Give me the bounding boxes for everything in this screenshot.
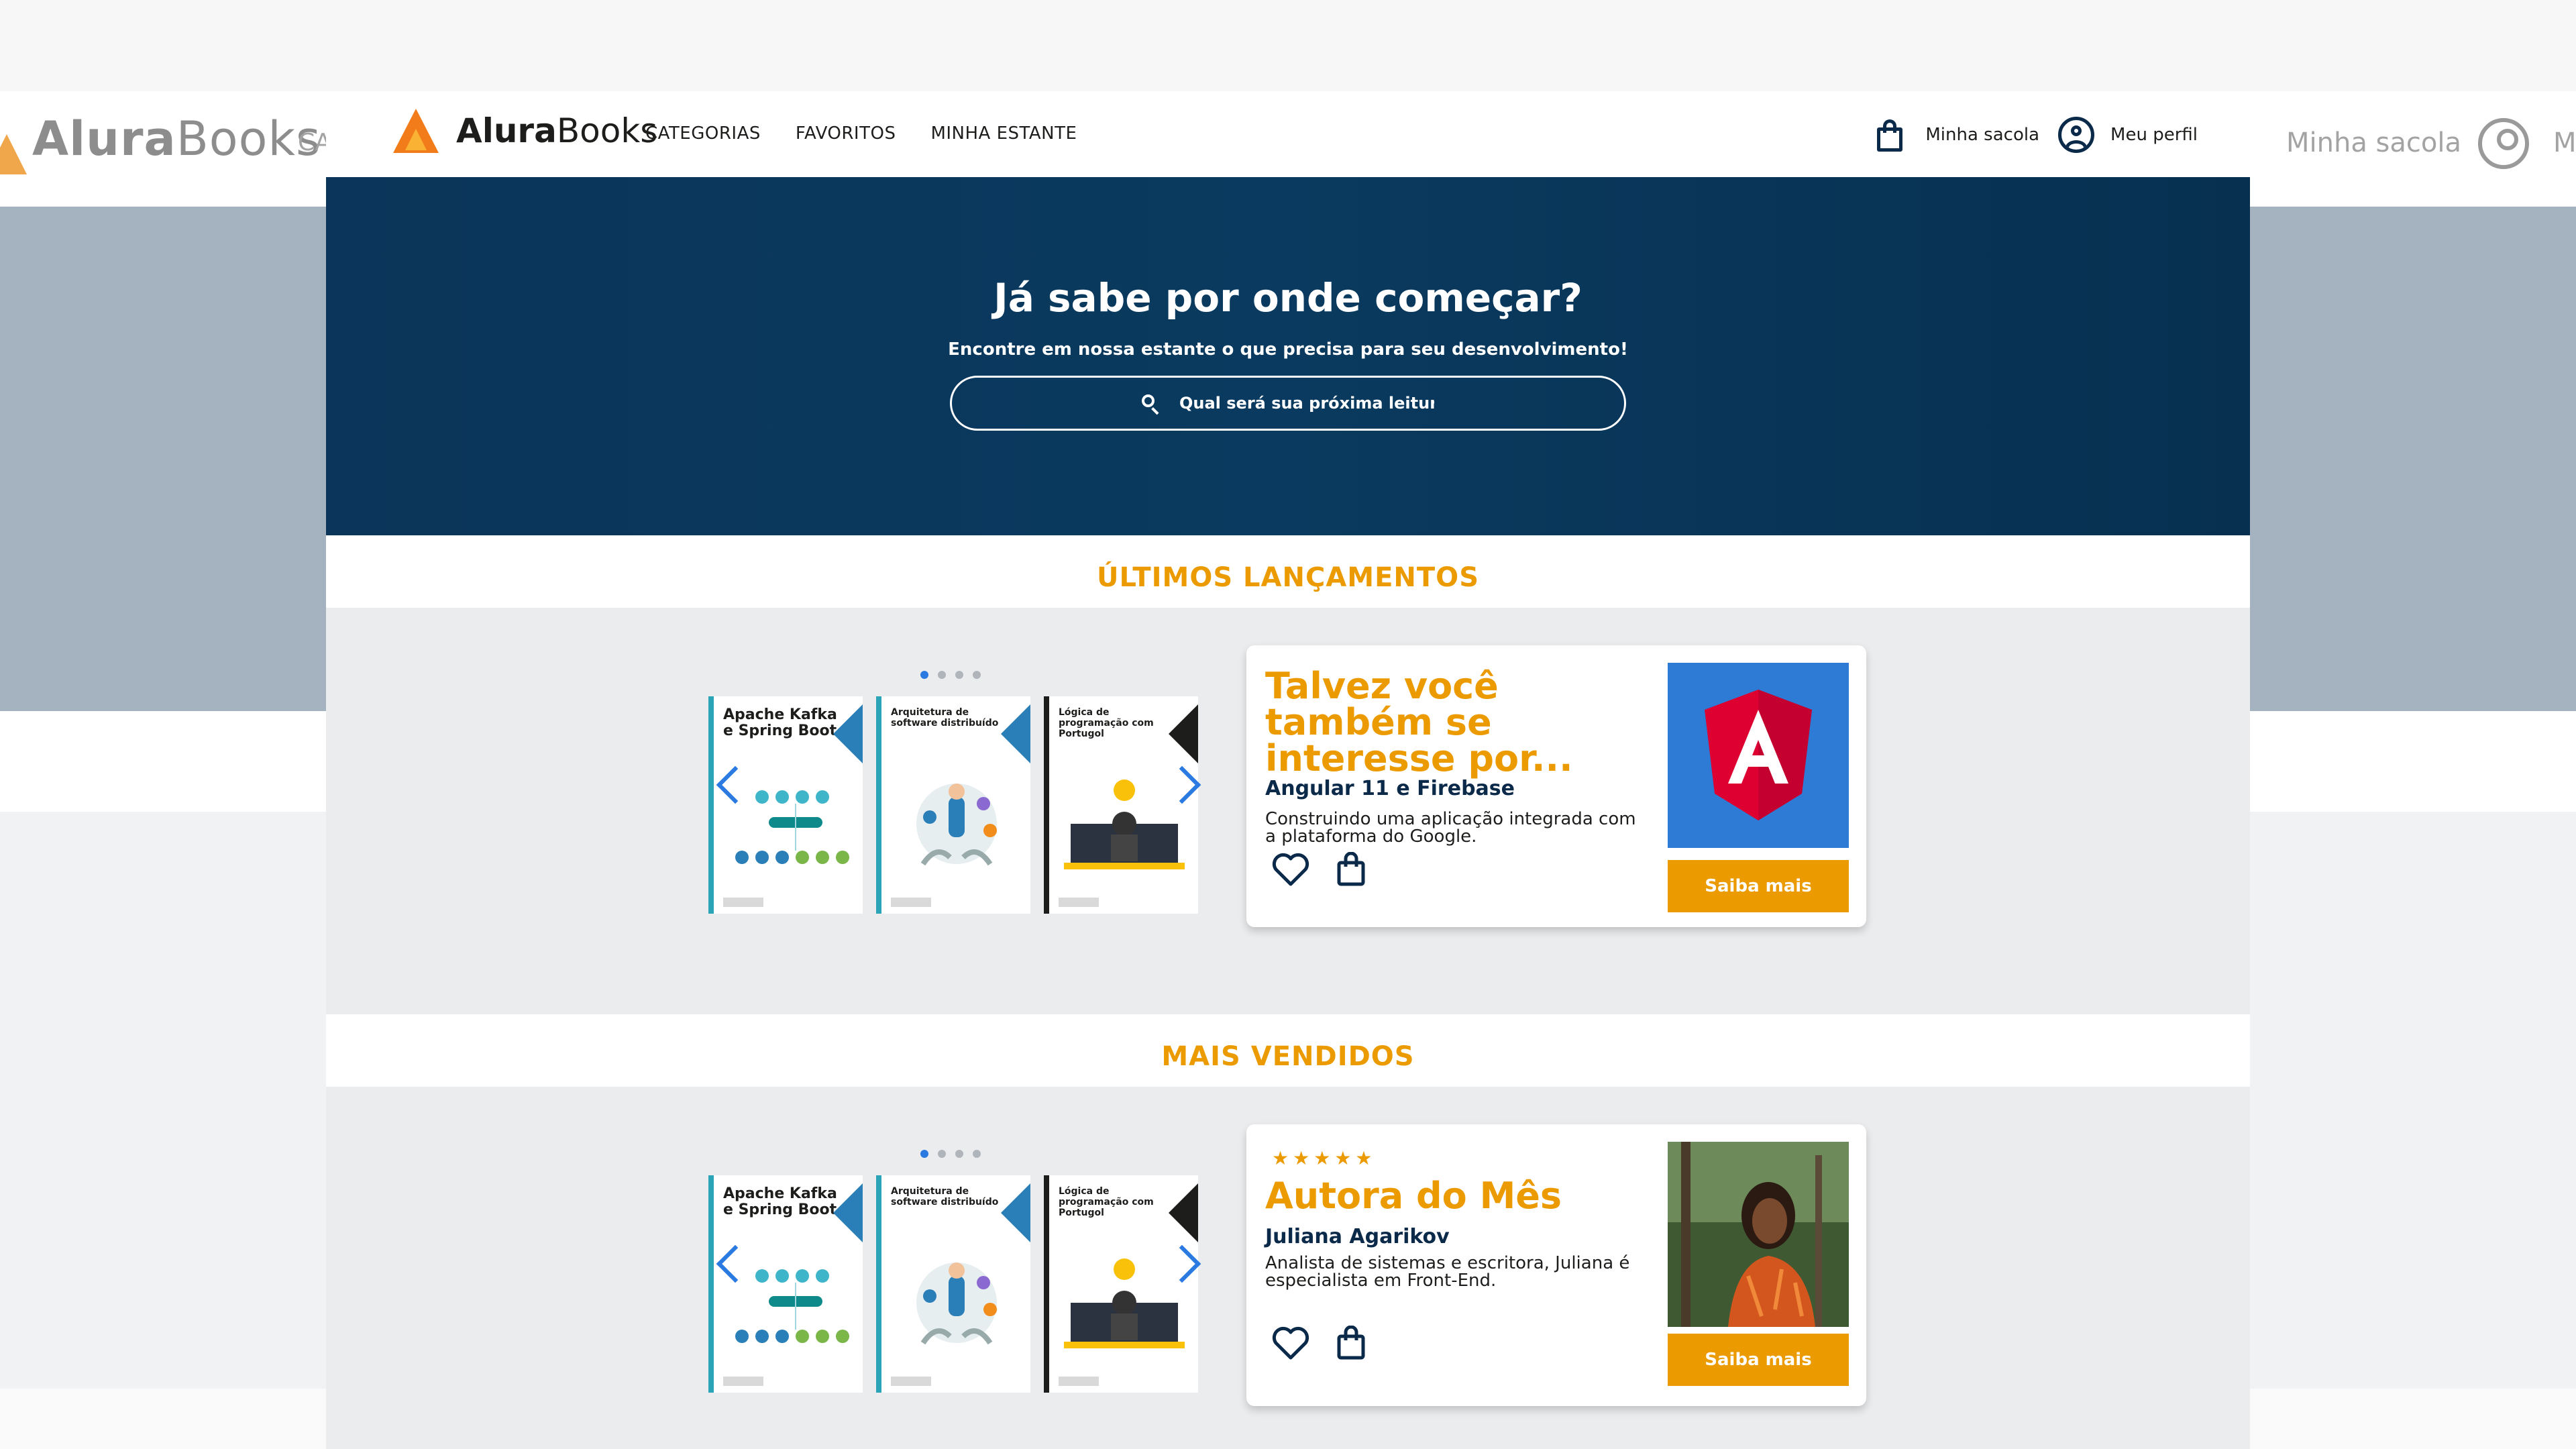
recommended-book-title: Angular 11 e Firebase: [1265, 777, 1515, 800]
favorite-heart-icon[interactable]: [1272, 1326, 1309, 1360]
section-header-mais-vendidos: MAIS VENDIDOS: [326, 1014, 2250, 1087]
background-logo-icon: [0, 134, 27, 174]
book-cover-title: Arquitetura de software distribuído: [891, 707, 999, 729]
background-bag-label: Minha sacola: [2286, 127, 2461, 158]
section-title: ÚLTIMOS LANÇAMENTOS: [1097, 562, 1479, 593]
book-cover-title: Apache Kafka e Spring Boot: [723, 1185, 837, 1218]
background-profile-fragment: M: [2553, 127, 2576, 158]
book-cover-title: Lógica de programação com Portugol: [1059, 1186, 1154, 1218]
book-cover-logica[interactable]: Lógica de programação com Portugol: [1044, 1175, 1198, 1393]
favorite-heart-icon[interactable]: [1272, 852, 1309, 887]
author-heading: Autora do Mês: [1265, 1175, 1562, 1217]
header-actions: Minha sacola Meu perfil: [1874, 111, 2216, 158]
add-to-bag-icon[interactable]: [1336, 1326, 1366, 1360]
carousel-pagination: [920, 1150, 981, 1158]
meu-perfil-link[interactable]: Meu perfil: [2110, 125, 2198, 145]
user-profile-icon[interactable]: [2058, 117, 2095, 153]
carousel-pagination: [920, 671, 981, 679]
book-cover-kafka[interactable]: Apache Kafka e Spring Boot: [708, 696, 863, 914]
logo-text: AluraBooks: [456, 111, 658, 150]
logo-triangle-icon: [393, 109, 439, 153]
hero-subtitle: Encontre em nossa estante o que precisa …: [948, 339, 1628, 360]
books-carousel-mais-vendidos: Apache Kafka e Spring Boot Arquitetura d…: [708, 1150, 1201, 1405]
author-photo-image: [1668, 1142, 1849, 1327]
recommendation-heading: Talvez você também se interesse por...: [1265, 665, 1573, 780]
author-of-month-card: ★★★★★ Autora do Mês Juliana Agarikov Ana…: [1246, 1124, 1866, 1406]
carousel-dot[interactable]: [938, 1150, 946, 1158]
search-icon: [1142, 394, 1159, 415]
main-nav: CATEGORIAS FAVORITOS MINHA ESTANTE: [645, 123, 1077, 144]
book-cover-kafka[interactable]: Apache Kafka e Spring Boot: [708, 1175, 863, 1393]
carousel-dot[interactable]: [938, 671, 946, 679]
arquitetura-illustration: [916, 1263, 997, 1345]
arquitetura-illustration: [916, 784, 997, 866]
carousel-dot[interactable]: [973, 1150, 981, 1158]
section-header-ultimos-lancamentos: ÚLTIMOS LANÇAMENTOS: [326, 535, 2250, 608]
book-cover-arquitetura[interactable]: Arquitetura de software distribuído: [876, 696, 1030, 914]
saiba-mais-button[interactable]: Saiba mais: [1668, 860, 1849, 912]
alurabooks-logo[interactable]: AluraBooks: [393, 109, 657, 153]
saiba-mais-button[interactable]: Saiba mais: [1668, 1334, 1849, 1386]
nav-minha-estante[interactable]: MINHA ESTANTE: [930, 123, 1077, 144]
background-user-icon: [2478, 118, 2529, 169]
main-page: AluraBooks CATEGORIAS FAVORITOS MINHA ES…: [326, 91, 2250, 1449]
search-bar[interactable]: [950, 376, 1626, 431]
add-to-bag-icon[interactable]: [1336, 852, 1366, 887]
book-cover-title: Lógica de programação com Portugol: [1059, 707, 1154, 739]
carousel-dot[interactable]: [955, 1150, 963, 1158]
author-name: Juliana Agarikov: [1265, 1225, 1450, 1248]
recommendation-card: Talvez você também se interesse por... A…: [1246, 645, 1866, 927]
rating-stars: ★★★★★: [1272, 1147, 1377, 1169]
books-carousel-lancamentos: Apache Kafka e Spring Boot Arquitetura d…: [708, 671, 1201, 926]
hero-banner: Já sabe por onde começar? Encontre em no…: [326, 177, 2250, 535]
carousel-dot-active[interactable]: [920, 1150, 928, 1158]
book-cover-title: Arquitetura de software distribuído: [891, 1186, 999, 1208]
book-cover-title: Apache Kafka e Spring Boot: [723, 706, 837, 739]
book-cover-logica[interactable]: Lógica de programação com Portugol: [1044, 696, 1198, 914]
carousel-dot-active[interactable]: [920, 671, 928, 679]
carousel-dot[interactable]: [973, 671, 981, 679]
angular-book-cover-image: [1668, 663, 1849, 848]
card-actions: [1272, 852, 1366, 887]
author-description: Analista de sistemas e escritora, Julian…: [1265, 1253, 1630, 1291]
book-cover-arquitetura[interactable]: Arquitetura de software distribuído: [876, 1175, 1030, 1393]
hero-title: Já sabe por onde começar?: [994, 275, 1582, 321]
shopping-bag-icon[interactable]: [1874, 118, 1905, 152]
nav-categorias[interactable]: CATEGORIAS: [645, 123, 761, 144]
background-logo-text: AluraBooks: [32, 111, 321, 166]
recommended-book-description: Construindo uma aplicação integrada com …: [1265, 809, 1636, 847]
minha-sacola-link[interactable]: Minha sacola: [1925, 125, 2039, 145]
card-actions: [1272, 1326, 1366, 1360]
search-input[interactable]: [1179, 394, 1434, 413]
top-navigation-bar: AluraBooks CATEGORIAS FAVORITOS MINHA ES…: [326, 91, 2250, 177]
nav-favoritos[interactable]: FAVORITOS: [796, 123, 896, 144]
carousel-dot[interactable]: [955, 671, 963, 679]
section-title: MAIS VENDIDOS: [1161, 1041, 1415, 1072]
